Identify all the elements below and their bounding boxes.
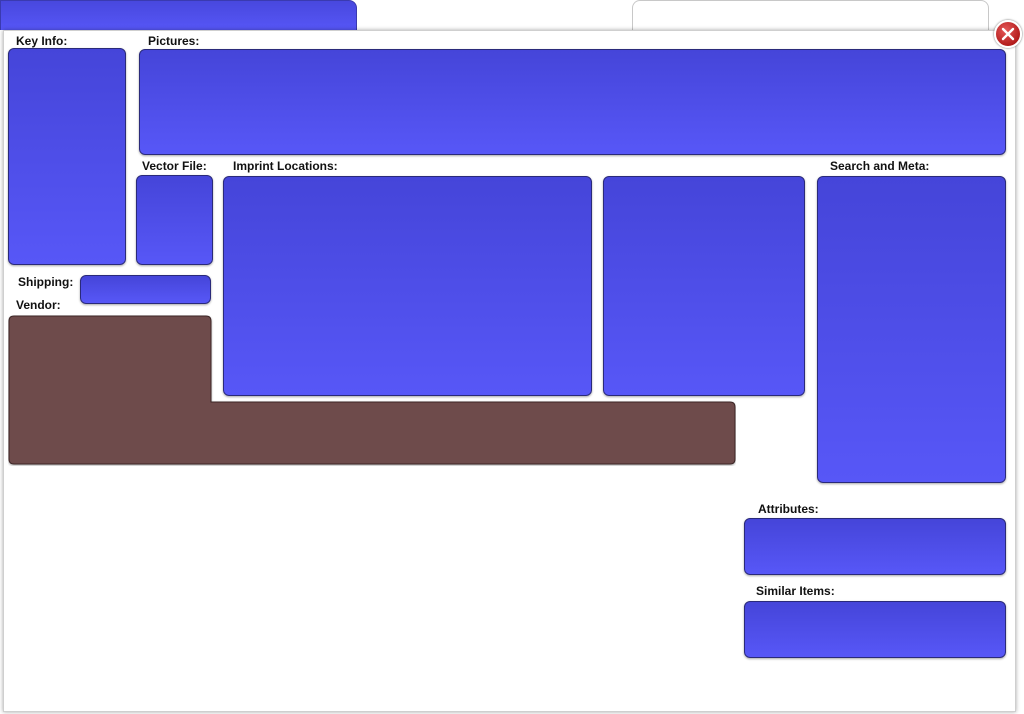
vector-file-box[interactable]	[136, 175, 213, 265]
shipping-box[interactable]	[80, 275, 211, 304]
vendor-label: Vendor:	[16, 298, 61, 312]
similar-items-label: Similar Items:	[756, 584, 835, 598]
attributes-label: Attributes:	[758, 502, 819, 516]
tab-inactive[interactable]	[632, 0, 989, 32]
attributes-box[interactable]	[744, 518, 1006, 575]
search-and-meta-box[interactable]	[817, 176, 1006, 483]
imprint-locations-label: Imprint Locations:	[233, 159, 338, 173]
similar-items-box[interactable]	[744, 601, 1006, 658]
search-and-meta-label: Search and Meta:	[830, 159, 930, 173]
close-icon	[1001, 27, 1015, 41]
pictures-box[interactable]	[139, 49, 1006, 155]
pictures-label: Pictures:	[148, 34, 200, 48]
vendor-box[interactable]	[8, 315, 736, 466]
vector-file-label: Vector File:	[142, 159, 207, 173]
key-info-label: Key Info:	[16, 34, 68, 48]
tab-active[interactable]	[0, 0, 357, 30]
shipping-label: Shipping:	[18, 275, 74, 289]
close-button[interactable]	[994, 20, 1022, 48]
key-info-box[interactable]	[8, 48, 126, 265]
